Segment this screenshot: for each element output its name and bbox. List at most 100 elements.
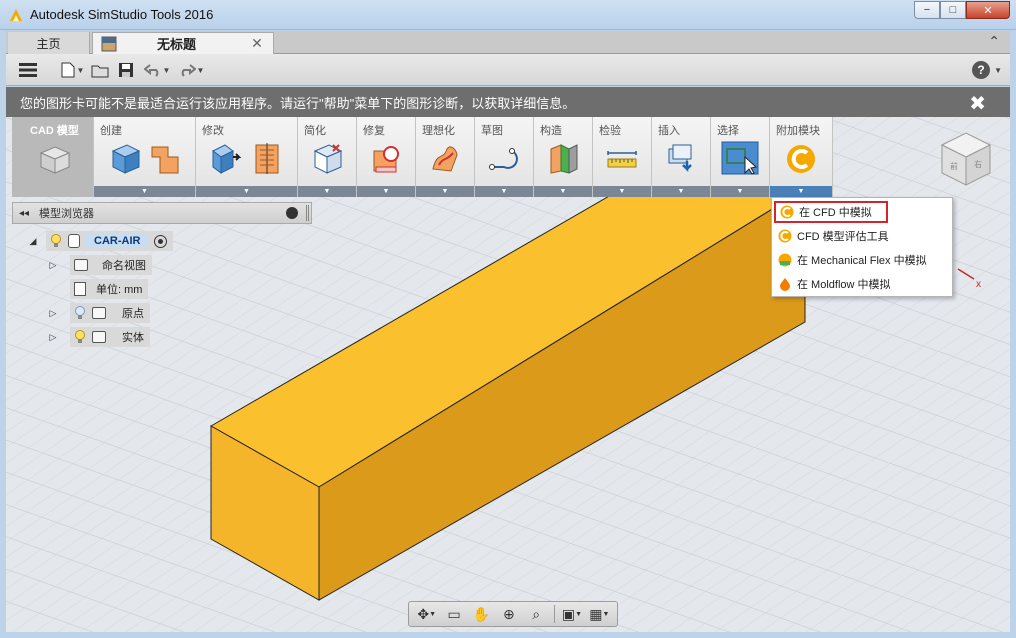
view-cube-icon[interactable]: 前 右 [936,125,996,191]
close-button[interactable]: ✕ [966,1,1010,19]
select-icon[interactable] [721,141,759,175]
grid-icon[interactable]: ▦ ▼ [589,605,609,623]
window-controls: − □ ✕ [914,1,1010,19]
idealize-icon[interactable] [429,141,461,175]
modify-dropdown[interactable]: ▼ [196,186,297,197]
modeling-viewport[interactable]: x CAD 模型 创建 ▼ 修改 ▼ 简化 ▼ 修复 ▼ 理想化 ▼ 草图 ▼ … [6,117,1010,632]
ribbon-group-insert[interactable]: 插入 ▼ [652,117,711,197]
tree-node-bodies[interactable]: 实体 [70,327,150,347]
tree-node-origin[interactable]: 原点 [70,303,150,323]
collapse-ribbon-icon[interactable]: ⌃ [988,33,1000,50]
document-icon [74,282,86,296]
ribbon-label-repair: 修复 [363,125,385,137]
insert-dropdown[interactable]: ▼ [652,186,710,197]
ribbon-label-insert: 插入 [658,125,680,137]
activate-component-icon[interactable] [154,234,168,248]
tree-row-root[interactable]: ◢ CAR-AIR [26,231,174,251]
inspect-dropdown[interactable]: ▼ [593,186,651,197]
tab-document[interactable]: 无标题 ✕ [92,32,274,54]
ribbon-group-create[interactable]: 创建 ▼ [94,117,196,197]
menu-item-label: 在 Mechanical Flex 中模拟 [797,255,927,267]
tree-node-named-views[interactable]: 命名视图 [70,255,152,275]
construct-icon[interactable] [547,141,579,175]
visibility-bulb-icon[interactable] [50,234,62,248]
origin-label: 原点 [122,308,144,320]
banner-close-icon[interactable]: ✖ [969,91,986,116]
tree-row-origin[interactable]: ▷ 原点 [46,303,150,323]
ribbon-group-modify[interactable]: 修改 ▼ [196,117,298,197]
open-folder-icon[interactable] [90,60,110,80]
svg-text:前: 前 [950,161,958,171]
ribbon-group-select[interactable]: 选择 ▼ [711,117,770,197]
tree-node-root[interactable]: CAR-AIR [46,231,174,251]
menu-icon[interactable] [18,60,38,80]
save-icon[interactable] [116,60,136,80]
idealize-dropdown[interactable]: ▼ [416,186,474,197]
menu-item-mechanical-flex[interactable]: 在 Mechanical Flex 中模拟 [774,249,950,271]
visibility-bulb-off-icon[interactable] [74,306,86,320]
repair-icon[interactable] [370,141,402,175]
orbit-icon[interactable]: ✥ ▼ [417,605,437,623]
zoom-icon[interactable]: ⊕ [499,605,519,623]
help-dropdown-icon[interactable]: ▼ [994,66,1002,75]
extrude-icon[interactable] [149,141,181,175]
expand-toggle-icon[interactable]: ◢ [26,236,40,247]
ribbon-group-sketch[interactable]: 草图 ▼ [475,117,534,197]
tab-close-icon[interactable]: ✕ [249,35,265,52]
minimize-button[interactable]: − [914,1,940,19]
ribbon-group-idealize[interactable]: 理想化 ▼ [416,117,475,197]
expand-toggle-icon[interactable]: ▷ [46,308,60,319]
named-views-label: 命名视图 [102,260,146,272]
construct-dropdown[interactable]: ▼ [534,186,592,197]
ribbon-group-cad-model[interactable]: CAD 模型 [12,117,94,197]
addins-dropdown[interactable]: ▼ [770,186,832,197]
tab-home[interactable]: 主页 [8,32,90,54]
tree-row-units[interactable]: 单位: mm [60,279,149,299]
maximize-button[interactable]: □ [940,1,966,19]
fit-icon[interactable]: ⌕ [526,605,546,623]
menu-item-simulate-cfd[interactable]: 在 CFD 中模拟 [774,201,888,223]
new-file-icon[interactable]: ▼ [58,60,86,80]
simplify-icon[interactable] [311,141,343,175]
cad-model-icon[interactable] [31,141,75,175]
ribbon-label-idealize: 理想化 [422,125,455,137]
ribbon-label-simplify: 简化 [304,125,326,137]
tab-strip: 主页 无标题 ✕ ⌃ [6,31,1010,54]
look-at-icon[interactable]: ▭ [444,605,464,623]
create-dropdown[interactable]: ▼ [94,186,195,197]
undo-icon[interactable]: ▼ [142,60,172,80]
menu-item-label: 在 CFD 中模拟 [799,207,872,219]
menu-item-cfd-assessment[interactable]: CFD 模型评估工具 [774,225,950,247]
simplify-dropdown[interactable]: ▼ [298,186,356,197]
select-dropdown[interactable]: ▼ [711,186,769,197]
pan-icon[interactable]: ✋ [471,605,491,623]
sketch-icon[interactable] [488,141,520,175]
redo-icon[interactable]: ▼ [176,60,206,80]
expand-toggle-icon[interactable]: ▷ [46,260,60,271]
repair-dropdown[interactable]: ▼ [357,186,415,197]
tree-row-bodies[interactable]: ▷ 实体 [46,327,150,347]
ribbon-group-simplify[interactable]: 简化 ▼ [298,117,357,197]
browser-grip-icon[interactable] [306,205,309,221]
menu-item-moldflow[interactable]: 在 Moldflow 中模拟 [774,273,950,295]
browser-minimize-icon[interactable] [286,207,298,219]
ribbon-group-addins[interactable]: 附加模块 ▼ [770,117,833,197]
menu-item-label: 在 Moldflow 中模拟 [797,279,891,291]
addin-icon[interactable] [785,141,817,175]
ribbon-group-inspect[interactable]: 检验 ▼ [593,117,652,197]
inspect-icon[interactable] [606,141,638,175]
box-icon[interactable] [109,141,141,175]
insert-icon[interactable] [665,141,697,175]
ribbon-group-construct[interactable]: 构造 ▼ [534,117,593,197]
split-body-icon[interactable] [251,141,283,175]
modify-icon[interactable] [211,141,243,175]
help-icon[interactable]: ? [972,61,990,79]
browser-collapse-icon[interactable]: ◂◂ [13,208,35,219]
tree-row-named-views[interactable]: ▷ 命名视图 [46,255,152,275]
visibility-bulb-icon[interactable] [74,330,86,344]
tree-node-units[interactable]: 单位: mm [70,279,149,299]
sketch-dropdown[interactable]: ▼ [475,186,533,197]
expand-toggle-icon[interactable]: ▷ [46,332,60,343]
ribbon-group-repair[interactable]: 修复 ▼ [357,117,416,197]
display-settings-icon[interactable]: ▣ ▼ [562,605,582,623]
